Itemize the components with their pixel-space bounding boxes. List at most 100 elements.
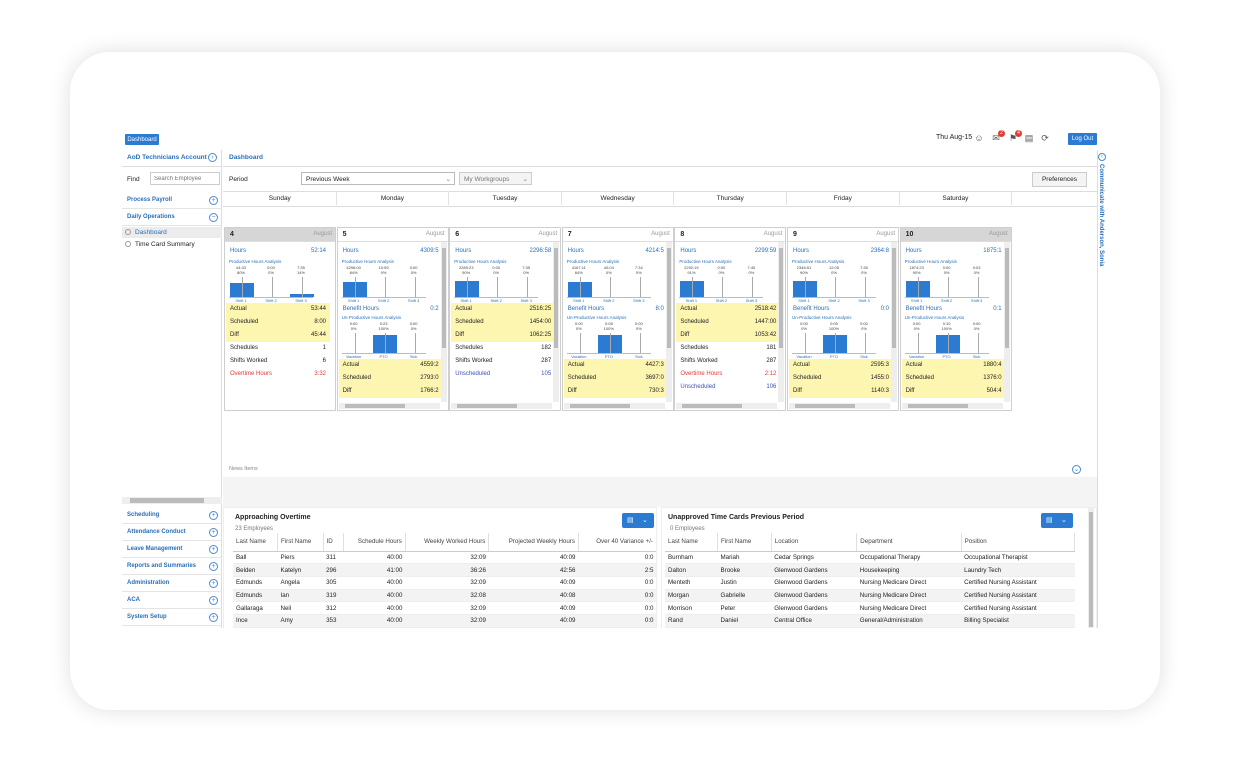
scroll-thumb[interactable]: [441, 248, 446, 348]
scroll-thumb[interactable]: [779, 248, 784, 348]
column-header[interactable]: First Name: [717, 533, 772, 552]
document-icon[interactable]: ▤: [1024, 133, 1034, 143]
table-row[interactable]: Edmunds Ian 319 40:00 32:08 40:08 0:0: [233, 589, 656, 603]
sidebar-subitem-dashboard[interactable]: Dashboard: [122, 227, 222, 238]
plus-icon[interactable]: +: [209, 562, 218, 571]
workgroups-select[interactable]: My Workgroups ⌄: [459, 172, 532, 185]
day-card[interactable]: 4 August Hours 52:14 Productive Hours Analys…: [224, 227, 336, 411]
column-header[interactable]: Department: [856, 533, 962, 552]
sidebar-item-leave-management[interactable]: Leave Management +: [122, 542, 222, 558]
sidebar-subitem-time-card-summary[interactable]: Time Card Summary: [122, 239, 222, 250]
panel-actions-button[interactable]: ▤ ⌄: [1041, 513, 1073, 528]
vertical-scrollbar[interactable]: [665, 242, 672, 402]
column-header[interactable]: Over 40 Variance +/-: [578, 533, 656, 552]
sidebar-scrollbar[interactable]: [122, 497, 222, 504]
day-card[interactable]: 9 August Hours 2364:8 Productive Hours Analy…: [787, 227, 899, 411]
plus-icon[interactable]: +: [209, 196, 218, 205]
sidebar-item-system-setup[interactable]: System Setup +: [122, 610, 222, 626]
table-row[interactable]: Rand Daniel Central Office General/Administ…: [665, 614, 1075, 628]
preferences-button[interactable]: Preferences: [1032, 172, 1087, 187]
logout-button[interactable]: Log Out: [1068, 133, 1097, 145]
table-row[interactable]: Gallaraga Neil 312 40:00 32:09 40:09 0:0: [233, 601, 656, 615]
plus-icon[interactable]: +: [209, 579, 218, 588]
message-icon[interactable]: ⚑ 4: [1008, 130, 1022, 143]
column-header[interactable]: First Name: [277, 533, 324, 552]
chevron-down-icon[interactable]: ⌄: [1072, 465, 1081, 474]
dashboard-tab[interactable]: Dashboard: [125, 134, 159, 145]
column-header[interactable]: Schedule Hours: [343, 533, 406, 552]
sidebar-item-administration[interactable]: Administration +: [122, 576, 222, 592]
scroll-thumb[interactable]: [130, 498, 204, 503]
column-header[interactable]: Location: [771, 533, 858, 552]
scroll-thumb[interactable]: [457, 404, 518, 408]
scroll-thumb[interactable]: [907, 404, 968, 408]
table-row[interactable]: SempsonDawnCedar SpringsGeneral/Administ…: [665, 627, 1075, 628]
chat-icon[interactable]: ✉ 2: [991, 130, 1005, 143]
plus-icon[interactable]: +: [209, 511, 218, 520]
panel-scrollbar[interactable]: [1088, 508, 1094, 628]
horizontal-scrollbar[interactable]: [901, 403, 1003, 409]
day-card[interactable]: 6 August Hours 2296:58 Productive Hours Anal…: [449, 227, 562, 411]
scroll-thumb[interactable]: [892, 248, 896, 348]
chevron-left-icon[interactable]: ‹: [1098, 153, 1106, 161]
column-header[interactable]: ID: [323, 533, 344, 552]
table-row[interactable]: Dalton Brooke Glenwood Gardens Housekeeping…: [665, 563, 1075, 577]
scroll-thumb[interactable]: [795, 404, 855, 408]
minus-icon[interactable]: −: [209, 213, 218, 222]
column-header[interactable]: Weekly Worked Hours: [405, 533, 490, 552]
horizontal-scrollbar[interactable]: [338, 403, 440, 409]
day-card[interactable]: 8 August Hours 2299:59 Productive Hours Anal…: [674, 227, 787, 411]
table-row[interactable]: Menteth Justin Glenwood Gardens Nursing Med…: [665, 576, 1075, 590]
sidebar-item-process-payroll[interactable]: Process Payroll +: [122, 193, 222, 209]
sidebar-item-aca[interactable]: ACA +: [122, 593, 222, 609]
scroll-thumb[interactable]: [1089, 512, 1093, 627]
horizontal-scrollbar[interactable]: [563, 403, 665, 409]
column-header[interactable]: Position: [961, 533, 1076, 552]
scroll-thumb[interactable]: [1004, 248, 1009, 348]
plus-icon[interactable]: +: [209, 596, 218, 605]
day-card[interactable]: 10 August Hours 1875:1 Productive Hours Anal…: [899, 227, 1012, 411]
refresh-icon[interactable]: ⟳: [1040, 133, 1050, 143]
column-header[interactable]: Projected Weekly Hours: [488, 533, 579, 552]
column-header[interactable]: Last Name: [233, 533, 279, 552]
table-row[interactable]: Morrison Peter Glenwood Gardens Nursing Med…: [665, 601, 1075, 615]
user-icon[interactable]: ☺: [974, 133, 984, 143]
sidebar-item-daily-operations[interactable]: Daily Operations −: [122, 210, 222, 226]
day-card[interactable]: 7 August Hours 4214:5 Productive Hours Analy…: [561, 227, 674, 411]
plus-icon[interactable]: +: [209, 528, 218, 537]
table-row[interactable]: Ball Piers 311 40:00 32:09 40:09 0:0: [233, 551, 656, 565]
breadcrumb[interactable]: Dashboard: [229, 154, 263, 161]
search-employee-input[interactable]: [150, 172, 220, 185]
sidebar-item-attendance-conduct[interactable]: Attendance Conduct +: [122, 525, 222, 541]
horizontal-scrollbar[interactable]: [451, 403, 553, 409]
vertical-scrollbar[interactable]: [891, 242, 897, 402]
scroll-thumb[interactable]: [666, 248, 671, 348]
communicate-link[interactable]: Communicate with Anderson, Sonia: [1098, 164, 1104, 266]
scroll-thumb[interactable]: [344, 404, 405, 408]
horizontal-scrollbar[interactable]: [789, 403, 890, 409]
scroll-thumb[interactable]: [682, 404, 743, 408]
day-card[interactable]: 5 August Hours 4309:5 Productive Hours Analy…: [336, 227, 449, 411]
vertical-scrollbar[interactable]: [778, 242, 785, 402]
account-name[interactable]: AoD Technicians Account: [127, 154, 207, 161]
scroll-thumb[interactable]: [554, 248, 559, 348]
vertical-scrollbar[interactable]: [1003, 242, 1010, 402]
scroll-thumb[interactable]: [569, 404, 630, 408]
sidebar-item-reports[interactable]: Reports and Summaries +: [122, 559, 222, 575]
table-row[interactable]: KellyEric29540:0032:0340:030:0: [233, 627, 656, 628]
plus-icon[interactable]: +: [209, 613, 218, 622]
vertical-scrollbar[interactable]: [440, 242, 447, 402]
table-row[interactable]: Morgan Gabrielle Glenwood Gardens Nursing M…: [665, 589, 1075, 603]
table-row[interactable]: Ince Amy 353 40:00 32:09 40:09 0:0: [233, 614, 656, 628]
vertical-scrollbar[interactable]: [553, 242, 560, 402]
sidebar-item-scheduling[interactable]: Scheduling +: [122, 508, 222, 524]
plus-icon[interactable]: +: [209, 545, 218, 554]
chevron-left-icon[interactable]: ‹: [208, 153, 217, 162]
panel-actions-button[interactable]: ▤ ⌄: [622, 513, 654, 528]
horizontal-scrollbar[interactable]: [676, 403, 778, 409]
column-header[interactable]: Last Name: [665, 533, 719, 552]
table-row[interactable]: Belden Katelyn 296 41:00 36:26 42:56 2:5: [233, 563, 656, 577]
table-row[interactable]: Edmunds Angela 305 40:00 32:09 40:09 0:0: [233, 576, 656, 590]
table-row[interactable]: Burnham Mariah Cedar Springs Occupational T…: [665, 551, 1075, 565]
period-select[interactable]: Previous Week ⌄: [301, 172, 455, 185]
